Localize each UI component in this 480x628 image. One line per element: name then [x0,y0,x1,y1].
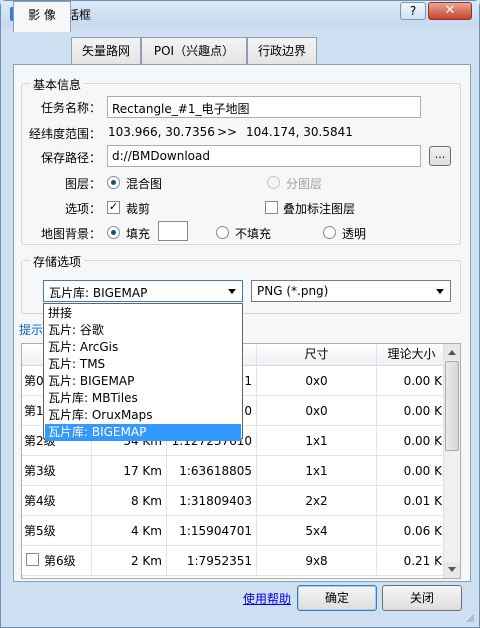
cell-distance: 8 Km [92,486,167,516]
cell-level: 第4级 [22,486,92,516]
storage-format-select[interactable]: 瓦片库: BIGEMAP [43,280,243,302]
layer-mixed-radio[interactable] [107,176,120,189]
scroll-up-icon[interactable] [444,344,460,360]
bg-transparent-label: 透明 [342,227,367,241]
cell-distance: 4 Km [92,516,167,546]
options-label: 选项： [65,202,102,216]
layer-split-radio[interactable] [267,176,280,189]
dropdown-option-selected[interactable]: 瓦片库: BIGEMAP [45,424,241,441]
cell-size: 1x1 [257,456,377,486]
cell-size: 2x2 [257,486,377,516]
tab-vector-roads[interactable]: 矢量路网 [71,37,141,65]
cell-estimate: 0.01 K [377,486,447,516]
cell-size: 9x8 [257,546,377,576]
cell-level: 第5级 [22,516,92,546]
cell-size: 0x0 [257,396,377,426]
cell-estimate: 0.00 K [377,366,447,396]
close-button[interactable]: 关闭 [382,585,462,611]
task-name-label: 任务名称： [41,101,102,115]
save-path-label: 保存路径： [41,151,102,165]
scroll-down-icon[interactable] [444,562,460,578]
dropdown-option[interactable]: 瓦片: ArcGis [45,339,241,356]
header-estimate[interactable]: 理论大小 [377,344,447,366]
coord-arrow: >> [217,125,238,139]
scroll-thumb[interactable] [445,361,459,451]
cell-scale: 1:15904701 [167,516,257,546]
storage-title: 存储选项 [30,253,85,270]
bg-nofill-radio[interactable] [216,226,229,239]
crop-label: 裁剪 [126,202,151,216]
cell-scale: 1:63618805 [167,456,257,486]
basic-info-title: 基本信息 [30,76,85,93]
cell-scale: 1:31809403 [167,486,257,516]
image-format-value: PNG (*.png) [257,284,329,298]
bg-transparent-radio[interactable] [323,226,336,239]
dropdown-option[interactable]: 瓦片: 谷歌 [45,322,241,339]
map-bg-label: 地图背景： [41,227,102,241]
resize-grip-icon[interactable] [465,613,475,623]
dropdown-option[interactable]: 拼接 [45,305,241,322]
coord-from: 103.966, 30.7356 [108,125,215,139]
table-scrollbar[interactable] [443,344,460,578]
cell-estimate: 0.00 K [377,396,447,426]
help-link[interactable]: 使用帮助 [243,590,291,607]
cell-level: 第6级 [22,546,92,576]
header-size[interactable]: 尺寸 [257,344,377,366]
cell-distance: 17 Km [92,456,167,486]
coord-range-label: 经纬度范围： [29,127,102,141]
dropdown-option[interactable]: 瓦片: TMS [45,356,241,373]
cell-distance: 2 Km [92,546,167,576]
hint-text: 提示 [19,323,44,337]
cell-estimate: 0.06 K [377,516,447,546]
dropdown-option[interactable]: 瓦片库: MBTiles [45,390,241,407]
close-window-button[interactable]: ✕ [428,2,472,20]
bg-fill-label: 填充 [126,227,151,241]
overlay-labels-label: 叠加标注图层 [283,202,356,216]
chevron-down-icon [228,289,236,294]
storage-format-value: 瓦片库: BIGEMAP [49,286,148,300]
bg-nofill-label: 不填充 [235,227,272,241]
overlay-labels-checkbox[interactable] [265,201,278,214]
layer-mixed-label: 混合图 [126,177,163,191]
save-path-input[interactable]: d://BMDownload [107,145,421,167]
fill-color-box[interactable] [158,221,188,241]
chevron-down-icon [436,289,444,294]
cell-size: 1x1 [257,426,377,456]
storage-format-dropdown: 拼接 瓦片: 谷歌 瓦片: ArcGis 瓦片: TMS 瓦片: BIGEMAP… [43,303,243,441]
cell-scale: 1:7952351 [167,546,257,576]
bg-fill-radio[interactable] [107,226,120,239]
layer-label: 图层： [65,177,102,191]
image-format-select[interactable]: PNG (*.png) [251,280,451,302]
ok-button[interactable]: 确定 [297,585,377,611]
layer-split-label: 分图层 [286,177,323,191]
help-button[interactable]: ? [400,2,426,20]
title-bar: 下载对话框 ? ✕ [1,1,479,27]
task-name-input[interactable]: Rectangle_#1_电子地图 [107,96,421,118]
cell-estimate: 0.21 K [377,546,447,576]
crop-checkbox[interactable]: ✓ [107,201,120,214]
browse-button[interactable]: ... [429,146,451,166]
cell-size: 0x0 [257,366,377,396]
coord-to: 104.174, 30.5841 [246,125,353,139]
cell-level: 第3级 [22,456,92,486]
cell-estimate: 0.00 K [377,426,447,456]
dropdown-option[interactable]: 瓦片: BIGEMAP [45,373,241,390]
dropdown-option[interactable]: 瓦片库: OruxMaps [45,407,241,424]
tab-image[interactable]: 影 像 [13,1,71,32]
tab-poi[interactable]: POI（兴趣点） [141,37,247,65]
cell-estimate: 0.00 K [377,456,447,486]
cell-size: 5x4 [257,516,377,546]
download-dialog: 下载对话框 ? ✕ 影 像 矢量路网 POI（兴趣点） 行政边界 基本信息 任务… [0,0,480,628]
tab-admin-boundary[interactable]: 行政边界 [247,37,317,65]
